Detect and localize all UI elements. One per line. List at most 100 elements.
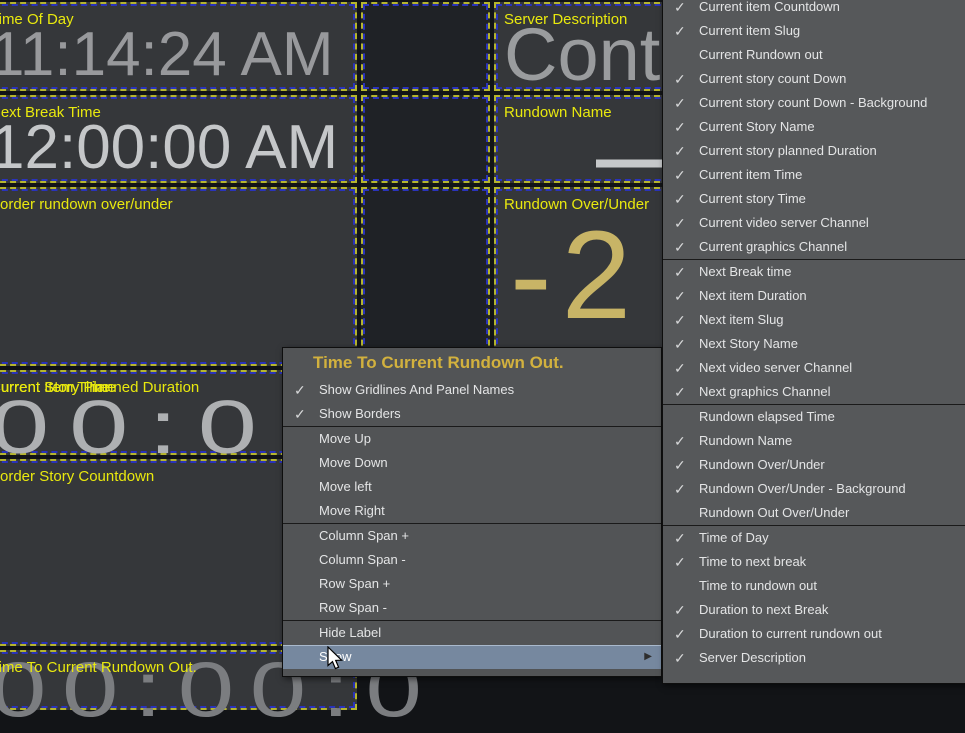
menu-item-time-of-day[interactable]: ✓Time of Day (663, 526, 965, 550)
story-planned-duration-value: 00:0 (0, 390, 277, 465)
menu-item-column-span[interactable]: Column Span - (283, 548, 661, 572)
checkmark-icon: ✓ (674, 598, 694, 622)
menu-item-label: Rundown Over/Under - Background (699, 481, 906, 496)
checkmark-icon: ✓ (674, 646, 694, 670)
checkmark-icon: ✓ (294, 402, 314, 426)
menu-item-move-down[interactable]: Move Down (283, 451, 661, 475)
menu-item-label: Current item Countdown (699, 0, 840, 14)
mouse-cursor-icon (326, 646, 344, 672)
menu-item-row-span[interactable]: Row Span + (283, 572, 661, 596)
checkmark-icon: ✓ (674, 308, 694, 332)
checkmark-icon: ✓ (674, 163, 694, 187)
menu-item-current-story-time[interactable]: ✓Current story Time (663, 187, 965, 211)
menu-item-label: Rundown Name (699, 433, 792, 448)
menu-item-current-story-planned-duration[interactable]: ✓Current story planned Duration (663, 139, 965, 163)
checkmark-icon: ✓ (674, 429, 694, 453)
menu-item-current-graphics-channel[interactable]: ✓ Current graphics Channel (663, 235, 965, 259)
checkmark-icon: ✓ (674, 260, 694, 284)
checkmark-icon: ✓ (674, 380, 694, 404)
menu-group: Column Span + Column Span - Row Span + Row … (283, 523, 661, 620)
menu-item-label: Hide Label (319, 625, 381, 640)
menu-item-rundown-elapsed-time[interactable]: Rundown elapsed Time (663, 405, 965, 429)
menu-item-time-to-rundown-out[interactable]: Time to rundown out (663, 574, 965, 598)
server-description-value: Cont (504, 18, 660, 92)
next-break-time-value: 12:00:00 AM (0, 117, 338, 179)
time-of-day-value: 11:14:24 AM (0, 24, 334, 86)
menu-item-label: Column Span - (319, 552, 406, 567)
menu-item-next-break-time[interactable]: ✓ Next Break time (663, 260, 965, 284)
menu-item-label: Current story count Down (699, 71, 846, 86)
panel-label: Rundown Over/Under (504, 196, 649, 213)
empty-grid-cell[interactable] (361, 2, 490, 91)
panel-next-break-time[interactable]: Next Break Time 12:00:00 AM (0, 95, 357, 183)
menu-item-label: Duration to next Break (699, 602, 828, 617)
panel-label: Next Break Time (0, 104, 101, 121)
menu-item-move-up[interactable]: Move Up (283, 427, 661, 451)
menu-item-label: Move Right (319, 503, 385, 518)
menu-item-duration-to-current-rundown-out[interactable]: ✓ Duration to current rundown out (663, 622, 965, 646)
menu-item-next-item-slug[interactable]: ✓Next item Slug (663, 308, 965, 332)
checkmark-icon: ✓ (674, 235, 694, 259)
panel-border-rundown-over-under[interactable]: Border rundown over/under (0, 187, 357, 366)
menu-item-current-item-slug[interactable]: ✓Current item Slug (663, 19, 965, 43)
menu-item-next-graphics-channel[interactable]: ✓ Next graphics Channel (663, 380, 965, 404)
menu-item-label: Time to next break (699, 554, 806, 569)
menu-item-label: Current video server Channel (699, 215, 869, 230)
menu-item-rundown-over-under-background[interactable]: ✓Rundown Over/Under - Background (663, 477, 965, 501)
menu-item-label: Rundown elapsed Time (699, 409, 835, 424)
menu-item-rundown-over-under[interactable]: ✓Rundown Over/Under (663, 453, 965, 477)
menu-group: ✓Current item Countdown✓Current item Slu… (663, 0, 965, 259)
menu-item-next-item-duration[interactable]: ✓Next item Duration (663, 284, 965, 308)
checkmark-icon: ✓ (674, 67, 694, 91)
menu-item-current-item-time[interactable]: ✓Current item Time (663, 163, 965, 187)
checkmark-icon: ✓ (674, 284, 694, 308)
menu-group: ✓Time of Day✓Time to next breakTime to r… (663, 525, 965, 670)
menu-item-label: Next graphics Channel (699, 384, 831, 399)
checkmark-icon: ✓ (674, 211, 694, 235)
menu-item-label: Current Rundown out (699, 47, 823, 62)
checkmark-icon: ✓ (674, 91, 694, 115)
menu-item-current-story-name[interactable]: ✓Current Story Name (663, 115, 965, 139)
menu-item-row-span[interactable]: Row Span - (283, 596, 661, 620)
submenu-arrow-icon: ▶ (644, 646, 652, 668)
checkmark-icon: ✓ (674, 453, 694, 477)
menu-item-next-video-server-channel[interactable]: ✓Next video server Channel (663, 356, 965, 380)
menu-item-current-rundown-out[interactable]: Current Rundown out (663, 43, 965, 67)
menu-item-column-span[interactable]: Column Span + (283, 524, 661, 548)
menu-item-server-description[interactable]: ✓ Server Description (663, 646, 965, 670)
menu-item-current-item-countdown[interactable]: ✓Current item Countdown (663, 0, 965, 19)
empty-grid-cell[interactable] (361, 187, 490, 366)
menu-item-hide-label[interactable]: Hide Label (283, 621, 661, 645)
menu-item-duration-to-next-break[interactable]: ✓ Duration to next Break (663, 598, 965, 622)
menu-item-label: Row Span - (319, 600, 387, 615)
menu-item-move-left[interactable]: Move left (283, 475, 661, 499)
menu-item-label: Move Down (319, 455, 388, 470)
menu-item-current-story-count-down-background[interactable]: ✓Current story count Down - Background (663, 91, 965, 115)
menu-item-label: Current graphics Channel (699, 239, 847, 254)
checkmark-icon: ✓ (674, 550, 694, 574)
menu-item-label: Time of Day (699, 530, 769, 545)
menu-item-show-gridlines-and-panel-names[interactable]: ✓Show Gridlines And Panel Names (283, 378, 661, 402)
panel-label: Border Story Countdown (0, 468, 154, 485)
context-menu-title: Time To Current Rundown Out. (283, 348, 661, 378)
menu-item-label: Next video server Channel (699, 360, 852, 375)
panel-time-of-day[interactable]: Time Of Day 11:14:24 AM (0, 2, 357, 91)
menu-item-show-borders[interactable]: ✓Show Borders (283, 402, 661, 426)
menu-item-label: Row Span + (319, 576, 390, 591)
panel-label: Server Description (504, 11, 627, 28)
checkmark-icon: ✓ (674, 187, 694, 211)
empty-grid-cell[interactable] (361, 95, 490, 183)
menu-item-next-story-name[interactable]: ✓Next Story Name (663, 332, 965, 356)
menu-item-rundown-out-over-under[interactable]: Rundown Out Over/Under (663, 501, 965, 525)
menu-item-current-video-server-channel[interactable]: ✓ Current video server Channel (663, 211, 965, 235)
menu-group: Move Up Move Down Move left Move Right (283, 426, 661, 523)
menu-item-time-to-next-break[interactable]: ✓ Time to next break (663, 550, 965, 574)
menu-item-label: Next Break time (699, 264, 791, 279)
menu-item-current-story-count-down[interactable]: ✓ Current story count Down (663, 67, 965, 91)
menu-item-label: Duration to current rundown out (699, 626, 882, 641)
menu-item-rundown-name[interactable]: ✓ Rundown Name (663, 429, 965, 453)
menu-item-label: Server Description (699, 650, 806, 665)
menu-item-move-right[interactable]: Move Right (283, 499, 661, 523)
checkmark-icon: ✓ (674, 622, 694, 646)
panel-label-overlap-3: Current Story Planned Duration (0, 379, 199, 396)
